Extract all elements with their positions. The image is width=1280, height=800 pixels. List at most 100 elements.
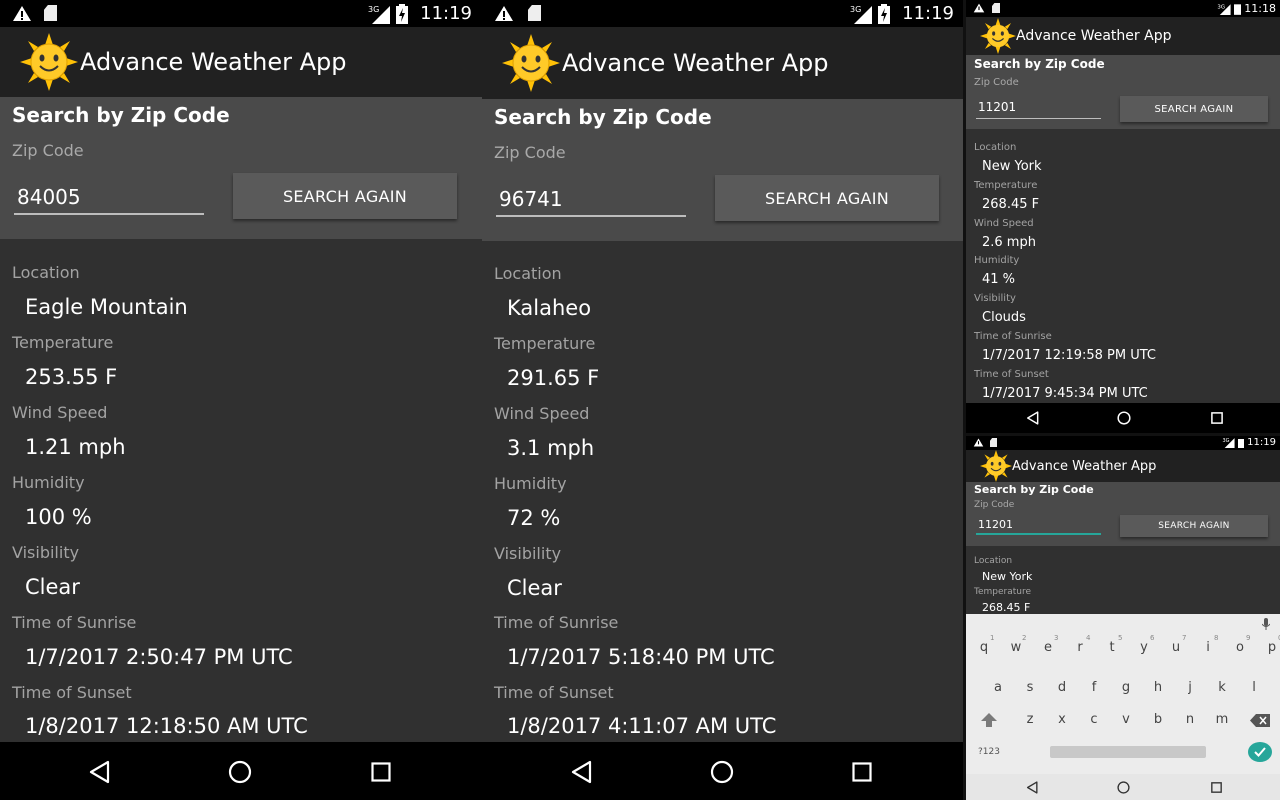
key-y[interactable]: y — [1134, 640, 1154, 655]
key-p[interactable]: p — [1262, 640, 1280, 655]
search-section: Search by Zip Code Zip Code 11201 SEARCH… — [966, 482, 1280, 546]
key-x[interactable]: x — [1052, 712, 1072, 727]
zip-code-input[interactable]: 96741 — [496, 187, 686, 217]
location-label: Location — [974, 142, 1017, 153]
recents-square-icon[interactable] — [852, 762, 872, 782]
svg-text:3G: 3G — [850, 5, 861, 14]
key-r[interactable]: r — [1070, 640, 1090, 655]
sunset-value: 1/7/2017 9:45:34 PM UTC — [982, 386, 1148, 401]
home-circle-icon[interactable] — [1117, 781, 1130, 794]
key-u[interactable]: u — [1166, 640, 1186, 655]
battery-charging-icon — [1238, 438, 1245, 448]
nav-bar — [966, 403, 1280, 433]
key-i[interactable]: i — [1198, 640, 1218, 655]
zip-code-input[interactable]: 11201 — [976, 100, 1101, 119]
back-triangle-icon[interactable] — [1026, 781, 1039, 794]
back-triangle-icon[interactable] — [570, 760, 594, 784]
key-e[interactable]: e — [1038, 640, 1058, 655]
search-section: Search by Zip Code Zip Code 84005 SEARCH… — [0, 97, 482, 239]
key-o[interactable]: o — [1230, 640, 1250, 655]
nav-bar — [966, 774, 1280, 800]
humidity-value: 100 % — [25, 505, 92, 529]
home-circle-icon[interactable] — [710, 760, 734, 784]
keyboard-row-3: zxcvbnm — [966, 712, 1280, 730]
battery-charging-icon — [1234, 3, 1242, 15]
app-bar: Advance Weather App — [966, 17, 1280, 55]
spacebar[interactable] — [1050, 746, 1206, 758]
back-triangle-icon[interactable] — [1026, 411, 1040, 425]
signal-icon: 3G — [850, 5, 873, 24]
nav-bar — [482, 742, 964, 800]
phone-screen-1: 3G 11:19 Advance Weather App Search by Z… — [0, 0, 482, 800]
status-bar: 3G 11:19 — [966, 436, 1280, 450]
search-heading: Search by Zip Code — [974, 483, 1094, 496]
back-triangle-icon[interactable] — [88, 760, 112, 784]
clock: 11:19 — [1247, 437, 1276, 448]
key-v[interactable]: v — [1116, 712, 1136, 727]
sun-face-icon — [980, 18, 1016, 54]
signal-icon: 3G — [1223, 438, 1235, 448]
recents-square-icon[interactable] — [1211, 412, 1223, 424]
key-n[interactable]: n — [1180, 712, 1200, 727]
search-heading: Search by Zip Code — [974, 57, 1105, 71]
key-j[interactable]: j — [1180, 680, 1200, 695]
zip-code-label: Zip Code — [494, 143, 566, 162]
home-circle-icon[interactable] — [228, 760, 252, 784]
key-t[interactable]: t — [1102, 640, 1122, 655]
warning-icon — [13, 6, 31, 21]
search-again-button[interactable]: SEARCH AGAIN — [233, 173, 457, 219]
key-f[interactable]: f — [1084, 680, 1104, 695]
phone-screen-4: 3G 11:19 Advance Weather App Search by Z… — [966, 436, 1280, 800]
mic-icon[interactable] — [1262, 618, 1270, 630]
recents-square-icon[interactable] — [371, 762, 391, 782]
zip-code-input[interactable]: 84005 — [14, 185, 204, 215]
app-bar: Advance Weather App — [966, 450, 1280, 482]
clock: 11:19 — [420, 3, 472, 24]
symbols-key[interactable]: ?123 — [978, 747, 1000, 757]
battery-charging-icon — [878, 3, 891, 24]
key-c[interactable]: c — [1084, 712, 1104, 727]
location-label: Location — [494, 264, 562, 283]
temperature-value: 268.45 F — [982, 197, 1040, 212]
key-h[interactable]: h — [1148, 680, 1168, 695]
temperature-label: Temperature — [974, 587, 1032, 597]
key-m[interactable]: m — [1212, 712, 1232, 727]
sun-face-icon — [20, 33, 78, 91]
location-value: Kalaheo — [507, 296, 592, 320]
keyboard-row-1: q1w2e3r4t5y6u7i8o9p0 — [966, 634, 1280, 658]
home-circle-icon[interactable] — [1117, 411, 1131, 425]
key-l[interactable]: l — [1244, 680, 1264, 695]
location-value: Eagle Mountain — [25, 295, 188, 319]
sd-card-icon — [528, 5, 541, 21]
shift-icon[interactable] — [980, 712, 998, 728]
app-title: Advance Weather App — [1016, 28, 1172, 44]
temperature-label: Temperature — [974, 180, 1038, 191]
humidity-label: Humidity — [494, 474, 567, 493]
app-title: Advance Weather App — [1012, 458, 1157, 474]
backspace-icon[interactable] — [1250, 714, 1270, 727]
svg-text:3G: 3G — [1223, 438, 1230, 444]
key-g[interactable]: g — [1116, 680, 1136, 695]
sunrise-label: Time of Sunrise — [494, 613, 619, 632]
key-s[interactable]: s — [1020, 680, 1040, 695]
key-d[interactable]: d — [1052, 680, 1072, 695]
key-q[interactable]: q — [974, 640, 994, 655]
key-z[interactable]: z — [1020, 712, 1040, 727]
search-again-button[interactable]: SEARCH AGAIN — [1120, 515, 1268, 537]
zip-code-input[interactable]: 11201 — [976, 518, 1101, 535]
location-label: Location — [974, 556, 1013, 566]
key-w[interactable]: w — [1006, 640, 1026, 655]
key-a[interactable]: a — [988, 680, 1008, 695]
svg-text:3G: 3G — [368, 5, 379, 14]
key-hint: 3 — [1054, 634, 1059, 642]
humidity-value: 72 % — [507, 506, 561, 530]
key-k[interactable]: k — [1212, 680, 1232, 695]
search-again-button[interactable]: SEARCH AGAIN — [1120, 96, 1268, 122]
humidity-label: Humidity — [974, 255, 1020, 266]
recents-square-icon[interactable] — [1211, 782, 1222, 793]
key-b[interactable]: b — [1148, 712, 1168, 727]
location-label: Location — [12, 263, 80, 282]
check-enter-icon[interactable] — [1248, 742, 1272, 762]
search-again-button[interactable]: SEARCH AGAIN — [715, 175, 939, 221]
key-hint: 9 — [1246, 634, 1251, 642]
